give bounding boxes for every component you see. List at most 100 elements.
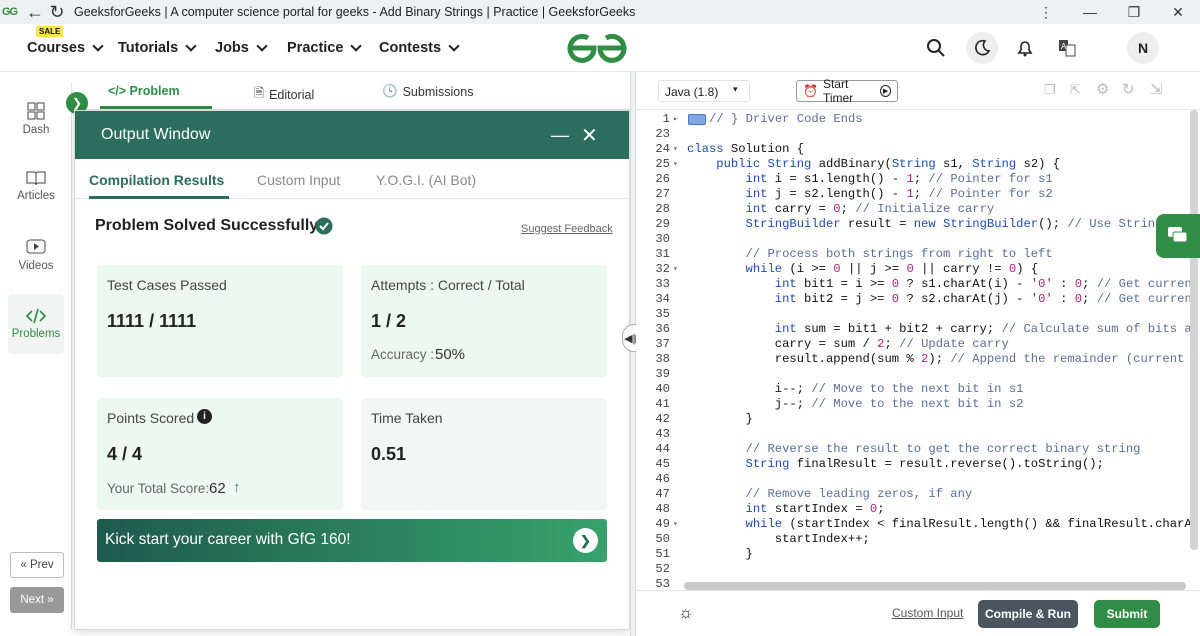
next-button[interactable]: Next » <box>10 587 64 613</box>
code-text: i--; // Move to the next bit in s1 <box>687 382 1024 396</box>
line-number: 34 <box>655 292 670 306</box>
reset-icon[interactable]: ↻ <box>1122 80 1135 98</box>
editor-toolbar: Java (1.8) ▾ ⏰ Start Timer ▶ ❐ ⇱ ⚙ ↻ ⇲ <box>636 72 1200 110</box>
custom-input-link[interactable]: Custom Input <box>892 606 963 620</box>
fullscreen-icon[interactable]: ⇲ <box>1150 80 1163 98</box>
test-cases-card: Test Cases Passed 1111 / 1111 <box>97 265 343 377</box>
nav-label: Practice <box>287 40 344 56</box>
dark-mode-icon[interactable] <box>966 32 998 64</box>
code-line: 47 // Remove leading zeros, if any <box>636 487 1200 502</box>
nav-jobs[interactable]: Jobs <box>215 40 268 56</box>
folded-code-marker[interactable] <box>688 114 706 125</box>
info-icon[interactable]: i <box>197 409 212 424</box>
attempts-card: Attempts : Correct / Total 1 / 2 Accurac… <box>361 265 607 377</box>
nav-contests[interactable]: Contests <box>379 40 460 56</box>
close-window-icon[interactable]: ✕ <box>1156 4 1200 21</box>
line-number: 23 <box>655 127 670 141</box>
reload-icon[interactable]: ↻ <box>46 2 68 23</box>
tab-problem[interactable]: </> Problem <box>108 84 180 98</box>
chat-icon <box>1168 227 1188 243</box>
code-text: public String addBinary(String s1, Strin… <box>716 157 1061 171</box>
nav-courses[interactable]: Courses <box>27 40 104 56</box>
code-text: // Reverse the result to get the correct… <box>745 442 1141 456</box>
tab-submissions[interactable]: 🕓 Submissions <box>382 84 473 99</box>
total-score-label: Your Total Score: <box>107 481 210 496</box>
copy-icon[interactable]: ❐ <box>1044 82 1056 98</box>
favicon: GG <box>2 6 18 18</box>
code-text: while (startIndex < finalResult.length()… <box>745 517 1199 531</box>
chat-button[interactable] <box>1156 214 1200 258</box>
gfg160-banner[interactable]: Kick start your career with GfG 160! ❯ <box>97 519 607 562</box>
gfg-logo[interactable] <box>566 32 628 64</box>
timer-label: Start Timer <box>822 77 854 105</box>
fold-toggle-icon[interactable]: ▸ <box>673 112 681 127</box>
tab-custom-input[interactable]: Custom Input <box>257 172 340 188</box>
avatar[interactable]: N <box>1127 32 1159 64</box>
fold-toggle-icon[interactable]: ▾ <box>673 142 681 157</box>
code-line: 43 <box>636 427 1200 442</box>
line-number: 43 <box>655 427 670 441</box>
code-line: 32 ▾ while (i >= 0 || j >= 0 || carry != … <box>636 262 1200 277</box>
chevron-right-icon[interactable]: ❯ <box>573 528 598 553</box>
tab-compilation-results[interactable]: Compilation Results <box>89 172 224 188</box>
code-text: j--; // Move to the next bit in s2 <box>687 397 1024 411</box>
time-card: Time Taken 0.51 <box>361 398 607 510</box>
settings-icon[interactable]: ⚙ <box>1096 80 1109 98</box>
nav-practice[interactable]: Practice <box>287 40 363 56</box>
code-line: 40 i--; // Move to the next bit in s1 <box>636 382 1200 397</box>
language-select[interactable]: Java (1.8) ▾ <box>658 80 750 102</box>
tab-yogi-ai-bot[interactable]: Y.O.G.I. (AI Bot) <box>376 172 476 188</box>
code-text: } <box>687 412 753 426</box>
sidebar-item-dash[interactable]: Dash <box>8 102 64 136</box>
site-header: SALE Courses Tutorials Jobs Practice Con… <box>0 24 1200 72</box>
code-text: while (i >= 0 || j >= 0 || carry != 0) { <box>745 262 1039 276</box>
export-icon[interactable]: ⇱ <box>1070 82 1081 98</box>
bell-icon[interactable] <box>1009 32 1041 64</box>
minimize-panel-icon[interactable]: — <box>551 125 569 146</box>
sidebar-item-articles[interactable]: Articles <box>8 170 64 202</box>
code-text: int sum = bit1 + bit2 + carry; // Calcul… <box>774 322 1199 336</box>
fold-toggle-icon[interactable]: ▾ <box>673 157 681 172</box>
timer-icon: ⏰ <box>803 84 818 98</box>
start-timer-button[interactable]: ⏰ Start Timer ▶ <box>796 77 898 105</box>
sidebar-item-label: Problems <box>11 328 61 340</box>
line-number: 51 <box>655 547 670 561</box>
code-line: 27 int j = s2.length() - 1; // Pointer f… <box>636 187 1200 202</box>
restore-icon[interactable]: ❐ <box>1112 4 1156 21</box>
lightbulb-icon[interactable]: ☼ <box>678 603 694 623</box>
back-arrow-icon[interactable]: ← <box>24 2 46 23</box>
attempts-label: Attempts : Correct / Total <box>371 277 525 293</box>
line-number: 40 <box>655 382 670 396</box>
search-icon[interactable] <box>920 32 952 64</box>
tab-editorial[interactable]: 🗎 Editorial <box>254 84 314 105</box>
suggest-feedback-link[interactable]: Suggest Feedback <box>521 223 613 235</box>
vertical-scrollbar[interactable] <box>1190 110 1198 550</box>
line-number: 28 <box>655 202 670 216</box>
points-card: Points Scored i 4 / 4 Your Total Score: … <box>97 398 343 510</box>
translate-icon[interactable]: A <box>1051 32 1083 64</box>
more-options-icon[interactable]: ⋮ <box>1024 4 1068 21</box>
svg-text:A: A <box>1061 42 1067 51</box>
fold-toggle-icon[interactable]: ▾ <box>673 517 681 532</box>
minimize-icon[interactable]: — <box>1068 4 1112 20</box>
clock-icon: 🕓 <box>382 84 398 98</box>
fold-toggle-icon[interactable]: ▾ <box>673 262 681 277</box>
language-value: Java (1.8) <box>665 85 719 99</box>
output-window: Output Window — ✕ Compilation Results Cu… <box>74 110 630 630</box>
prev-button[interactable]: « Prev <box>10 552 64 578</box>
compile-run-button[interactable]: Compile & Run <box>978 600 1078 628</box>
submit-button[interactable]: Submit <box>1094 600 1160 628</box>
line-number: 31 <box>655 247 670 261</box>
nav-tutorials[interactable]: Tutorials <box>118 40 197 56</box>
document-icon: 🗎 <box>254 86 265 100</box>
sidebar-item-videos[interactable]: Videos <box>8 238 64 272</box>
code-line: 28 int carry = 0; // Initialize carry <box>636 202 1200 217</box>
code-editor[interactable]: 1 ▸// } Driver Code Ends 23 24 ▾ class Soluti… <box>636 110 1200 590</box>
code-text: int startIndex = 0; <box>745 502 885 516</box>
code-text: int i = s1.length() - 1; // Pointer for … <box>745 172 1053 186</box>
close-icon[interactable]: ✕ <box>581 123 598 148</box>
sidebar-item-problems[interactable]: Problems <box>8 294 64 354</box>
line-number: 37 <box>655 337 670 351</box>
horizontal-scrollbar[interactable] <box>684 582 1186 590</box>
line-number: 44 <box>655 442 670 456</box>
